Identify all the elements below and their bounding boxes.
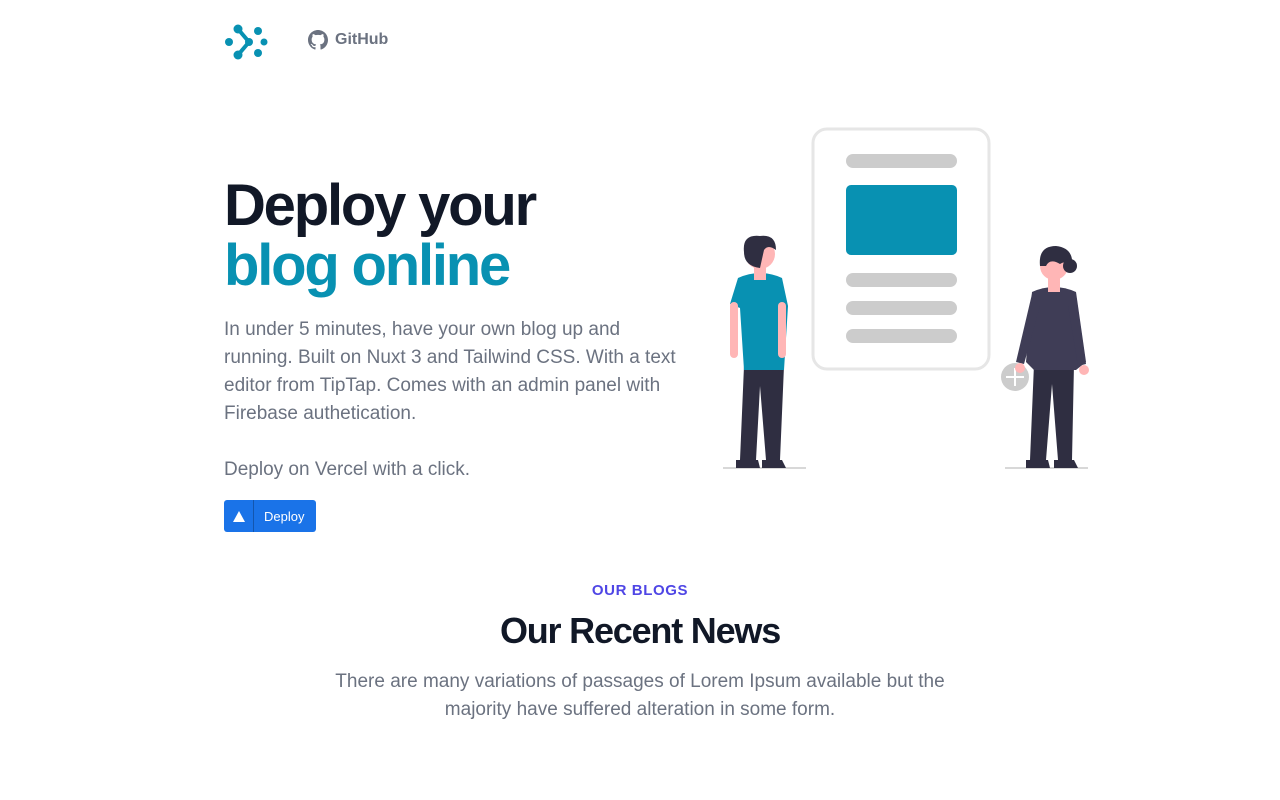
- section-description: There are many variations of passages of…: [335, 671, 945, 720]
- hero-description: In under 5 minutes, have your own blog u…: [224, 319, 676, 424]
- two-people-with-document-illustration: [723, 127, 1089, 469]
- hero-title: Deploy your blog online: [224, 173, 537, 298]
- hero-title-line2: blog online: [224, 233, 511, 298]
- document-card-icon: [811, 127, 991, 371]
- person-left-icon: [723, 235, 806, 469]
- github-icon: [308, 30, 328, 50]
- section-title: Our Recent News: [499, 610, 781, 651]
- github-link[interactable]: GitHub: [308, 30, 388, 50]
- hero-subtext: Deploy on Vercel with a click.: [224, 459, 471, 480]
- github-label: GitHub: [335, 31, 389, 48]
- dots-chevron-logo-icon[interactable]: [224, 21, 268, 63]
- deploy-label: Deploy: [264, 508, 305, 524]
- top-nav: GitHub: [224, 21, 388, 63]
- vercel-triangle-icon: [224, 500, 254, 532]
- deploy-button[interactable]: Deploy: [224, 500, 316, 532]
- hero-title-line1: Deploy your: [224, 173, 537, 238]
- section-eyebrow: OUR BLOGS: [591, 582, 689, 599]
- person-right-icon: [1005, 246, 1089, 469]
